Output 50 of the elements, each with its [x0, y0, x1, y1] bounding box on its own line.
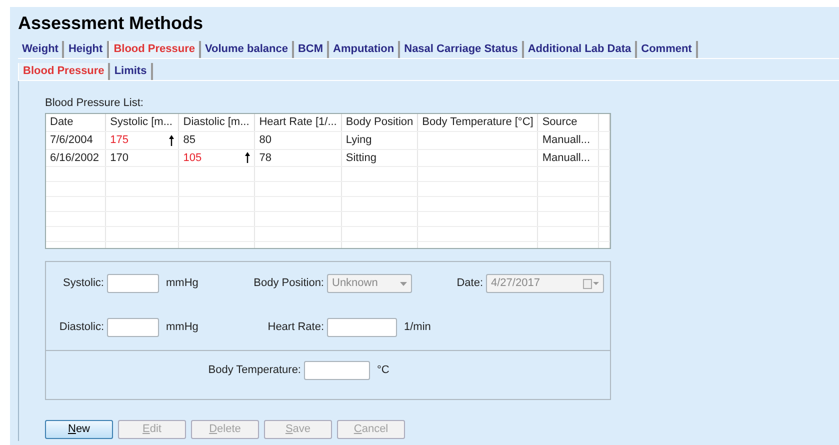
unit-label: mmHg: [166, 320, 198, 336]
table-cell-text: 170: [110, 150, 128, 166]
tab[interactable]: Volume balance: [201, 41, 294, 58]
tab[interactable]: Blood Pressure: [108, 41, 202, 58]
column-header: Systolic [m...: [110, 116, 172, 128]
table-cell-text: Manuall...: [542, 133, 590, 148]
tab[interactable]: Limits: [110, 63, 153, 80]
column-header: Diastolic [m...: [183, 116, 250, 128]
field-label: Date:: [456, 276, 483, 292]
field-label: Heart Rate:: [266, 320, 324, 336]
field-label: Body Position:: [252, 276, 324, 292]
field-label: Body Temperature:: [207, 363, 301, 378]
column-header: Heart Rate [1/...: [259, 116, 337, 128]
table-cell-text: 6/16/2002: [50, 150, 99, 166]
field-label: Systolic:: [62, 276, 104, 292]
input-field[interactable]: [107, 318, 159, 337]
tab[interactable]: Blood Pressure: [18, 63, 110, 80]
input-field[interactable]: [107, 274, 159, 293]
tab[interactable]: Amputation: [329, 41, 400, 58]
table-cell-text: Sitting: [346, 150, 376, 166]
table-cell-text: 78: [259, 150, 272, 166]
input-field[interactable]: [304, 361, 370, 380]
caret-icon: [400, 282, 407, 286]
unit-label: 1/min: [404, 320, 431, 336]
list-label: Blood Pressure List:: [45, 96, 144, 111]
table-cell-text: 175: [110, 133, 128, 148]
column-header: Date: [50, 116, 74, 128]
tab[interactable]: Nasal Carriage Status: [400, 41, 524, 58]
table-cell-text: 105: [183, 150, 202, 166]
column-header: Body Position: [346, 116, 414, 128]
up-arrow-icon: [245, 152, 250, 164]
up-arrow-icon: [169, 134, 174, 146]
tab[interactable]: Comment: [637, 41, 698, 58]
table-cell-text: 7/6/2004: [50, 133, 93, 148]
table-cell-text: Lying: [346, 133, 372, 148]
tab[interactable]: Additional Lab Data: [524, 41, 638, 58]
action-button[interactable]: New: [45, 420, 113, 438]
unit-label: °C: [377, 363, 390, 378]
table-cell-text: 80: [259, 133, 272, 148]
field-label: Diastolic:: [58, 320, 104, 336]
unit-label: mmHg: [166, 276, 198, 292]
input-field[interactable]: [327, 318, 397, 337]
page-title: Assessment Methods: [18, 12, 204, 34]
calendar-icon: [583, 278, 599, 288]
column-header: Source: [542, 116, 578, 128]
table-cell-text: Manuall...: [542, 150, 590, 166]
column-header: Body Temperature [°C]: [422, 116, 534, 128]
table-cell-text: 85: [183, 133, 196, 148]
tab[interactable]: BCM: [294, 41, 330, 58]
tab[interactable]: Weight: [18, 41, 64, 58]
